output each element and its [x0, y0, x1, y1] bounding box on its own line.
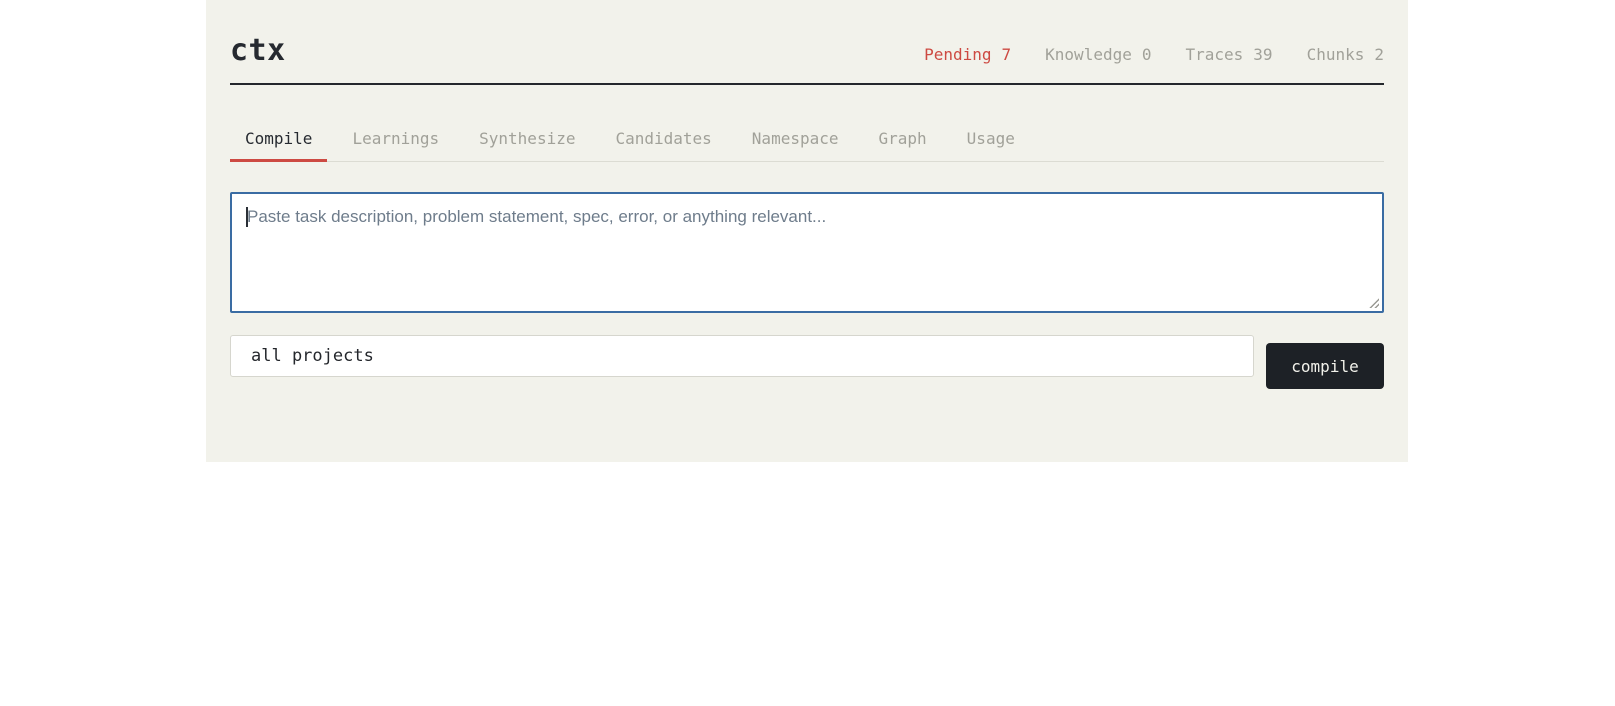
stat-pending[interactable]: Pending 7 — [924, 45, 1011, 64]
stat-knowledge-value: 0 — [1141, 45, 1152, 64]
tab-candidates[interactable]: Candidates — [600, 115, 726, 162]
compile-controls-row: all projects compile — [230, 335, 1384, 389]
tab-graph[interactable]: Graph — [864, 115, 942, 162]
tab-synthesize[interactable]: Synthesize — [464, 115, 590, 162]
stat-traces-value: 39 — [1253, 45, 1273, 64]
app-container: ctx Pending 7 Knowledge 0 Traces 39 Chunks 2… — [206, 0, 1408, 462]
tab-usage[interactable]: Usage — [952, 115, 1030, 162]
header-stats: Pending 7 Knowledge 0 Traces 39 Chunks 2 — [924, 45, 1384, 64]
tab-namespace[interactable]: Namespace — [737, 115, 854, 162]
stat-knowledge-label: Knowledge — [1045, 45, 1132, 64]
stat-chunks[interactable]: Chunks 2 — [1307, 45, 1384, 64]
page-title: ctx — [230, 33, 286, 68]
stat-knowledge[interactable]: Knowledge 0 — [1045, 45, 1151, 64]
app-header: ctx Pending 7 Knowledge 0 Traces 39 Chunks 2 — [230, 0, 1384, 85]
tab-compile[interactable]: Compile — [230, 115, 328, 162]
stat-chunks-label: Chunks — [1306, 45, 1365, 64]
stat-traces[interactable]: Traces 39 — [1186, 45, 1273, 64]
task-input-wrapper — [230, 192, 1384, 313]
tab-learnings[interactable]: Learnings — [337, 115, 454, 162]
compile-button[interactable]: compile — [1266, 343, 1384, 389]
task-description-input[interactable] — [230, 192, 1384, 313]
stat-pending-label: Pending — [924, 45, 992, 64]
tab-bar: Compile Learnings Synthesize Candidates … — [230, 115, 1384, 162]
stat-pending-value: 7 — [1001, 45, 1012, 64]
project-select[interactable]: all projects — [230, 335, 1254, 377]
stat-chunks-value: 2 — [1374, 45, 1384, 64]
stat-traces-label: Traces — [1185, 45, 1244, 64]
